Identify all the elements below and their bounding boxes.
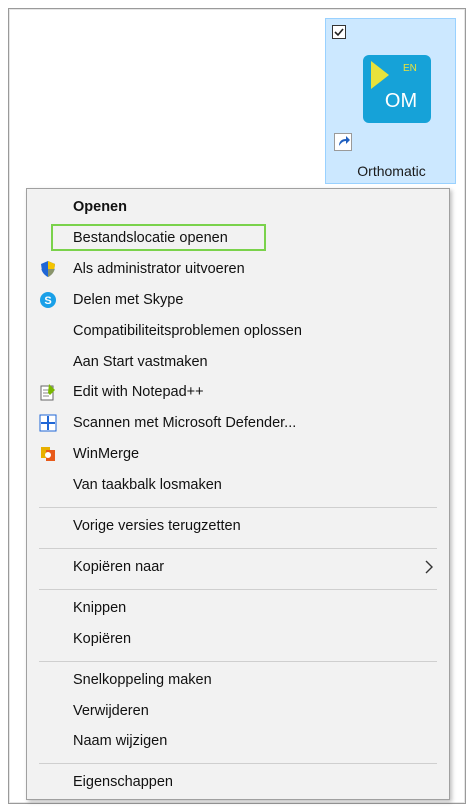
menu-item-verwijderen[interactable]: Verwijderen [27, 697, 449, 725]
menu-item-openen[interactable]: Openen [27, 193, 449, 221]
menu-item-label: Compatibiliteitsproblemen oplossen [73, 322, 302, 339]
menu-item-eigenschappen[interactable]: Eigenschappen [27, 768, 449, 796]
menu-item-label: Snelkoppeling maken [73, 671, 212, 688]
menu-item-label: Kopiëren naar [73, 558, 165, 575]
menu-item-delen-met-skype[interactable]: S Delen met Skype [27, 286, 449, 314]
desktop-shortcut-orthomatic[interactable]: EN OM Orthomatic [325, 18, 456, 184]
context-menu: Openen Bestandslocatie openen Als administ… [26, 188, 450, 800]
menu-item-naam-wijzigen[interactable]: Naam wijzigen [27, 727, 449, 755]
menu-item-label: Knippen [73, 599, 127, 616]
menu-separator [39, 588, 437, 590]
defender-icon [39, 414, 57, 432]
winmerge-icon [39, 445, 57, 463]
tile-badge: EN [403, 63, 417, 74]
menu-item-winmerge[interactable]: WinMerge [27, 440, 449, 468]
menu-item-kopi-ren-naar[interactable]: Kopiëren naar [27, 553, 449, 581]
orthomatic-app-icon: EN OM [363, 55, 431, 123]
menu-item-label: Delen met Skype [73, 291, 184, 308]
menu-separator [39, 547, 437, 549]
shortcut-label: Orthomatic [357, 163, 426, 179]
menu-item-label: Kopiëren [73, 630, 132, 647]
menu-separator [39, 763, 437, 765]
menu-item-label: Eigenschappen [73, 774, 173, 791]
menu-item-label: WinMerge [73, 446, 140, 463]
menu-item-compatibiliteitsproblemen-oplossen[interactable]: Compatibiliteitsproblemen oplossen [27, 317, 449, 345]
menu-item-label: Bestandslocatie openen [73, 229, 228, 246]
menu-item-kopi-ren[interactable]: Kopiëren [27, 625, 449, 653]
notepad-plus-plus-icon [39, 383, 57, 401]
menu-item-als-administrator-uitvoeren[interactable]: Als administrator uitvoeren [27, 255, 449, 283]
menu-item-van-taakbalk-losmaken[interactable]: Van taakbalk losmaken [27, 471, 449, 499]
menu-item-label: Scannen met Microsoft Defender... [73, 415, 297, 432]
menu-item-scannen-met-microsoft-defender[interactable]: Scannen met Microsoft Defender... [27, 409, 449, 437]
play-triangle-icon [371, 61, 389, 89]
menu-item-aan-start-vastmaken[interactable]: Aan Start vastmaken [27, 348, 449, 376]
shortcut-arrow-icon [334, 133, 352, 151]
tile-text: OM [384, 90, 418, 112]
menu-item-label: Edit with Notepad++ [73, 384, 204, 401]
menu-item-label: Verwijderen [73, 702, 149, 719]
uac-shield-icon [39, 260, 57, 278]
skype-icon: S [39, 291, 57, 309]
menu-item-label: Als administrator uitvoeren [73, 260, 245, 277]
menu-item-vorige-versies-terugzetten[interactable]: Vorige versies terugzetten [27, 512, 449, 540]
menu-item-label: Vorige versies terugzetten [73, 518, 241, 534]
svg-text:S: S [44, 295, 51, 307]
selection-checkbox[interactable] [332, 25, 346, 39]
menu-item-bestandslocatie-openen[interactable]: Bestandslocatie openen [27, 224, 449, 252]
chevron-right-icon [423, 558, 435, 576]
menu-item-snelkoppeling-maken[interactable]: Snelkoppeling maken [27, 666, 449, 694]
menu-item-label: Openen [73, 199, 127, 215]
menu-separator [39, 660, 437, 662]
menu-item-label: Naam wijzigen [73, 733, 168, 750]
menu-item-label: Van taakbalk losmaken [73, 477, 222, 494]
menu-separator [39, 507, 437, 508]
menu-item-edit-with-notepad[interactable]: Edit with Notepad++ [27, 378, 449, 406]
menu-item-label: Aan Start vastmaken [73, 353, 208, 370]
menu-item-knippen[interactable]: Knippen [27, 594, 449, 622]
